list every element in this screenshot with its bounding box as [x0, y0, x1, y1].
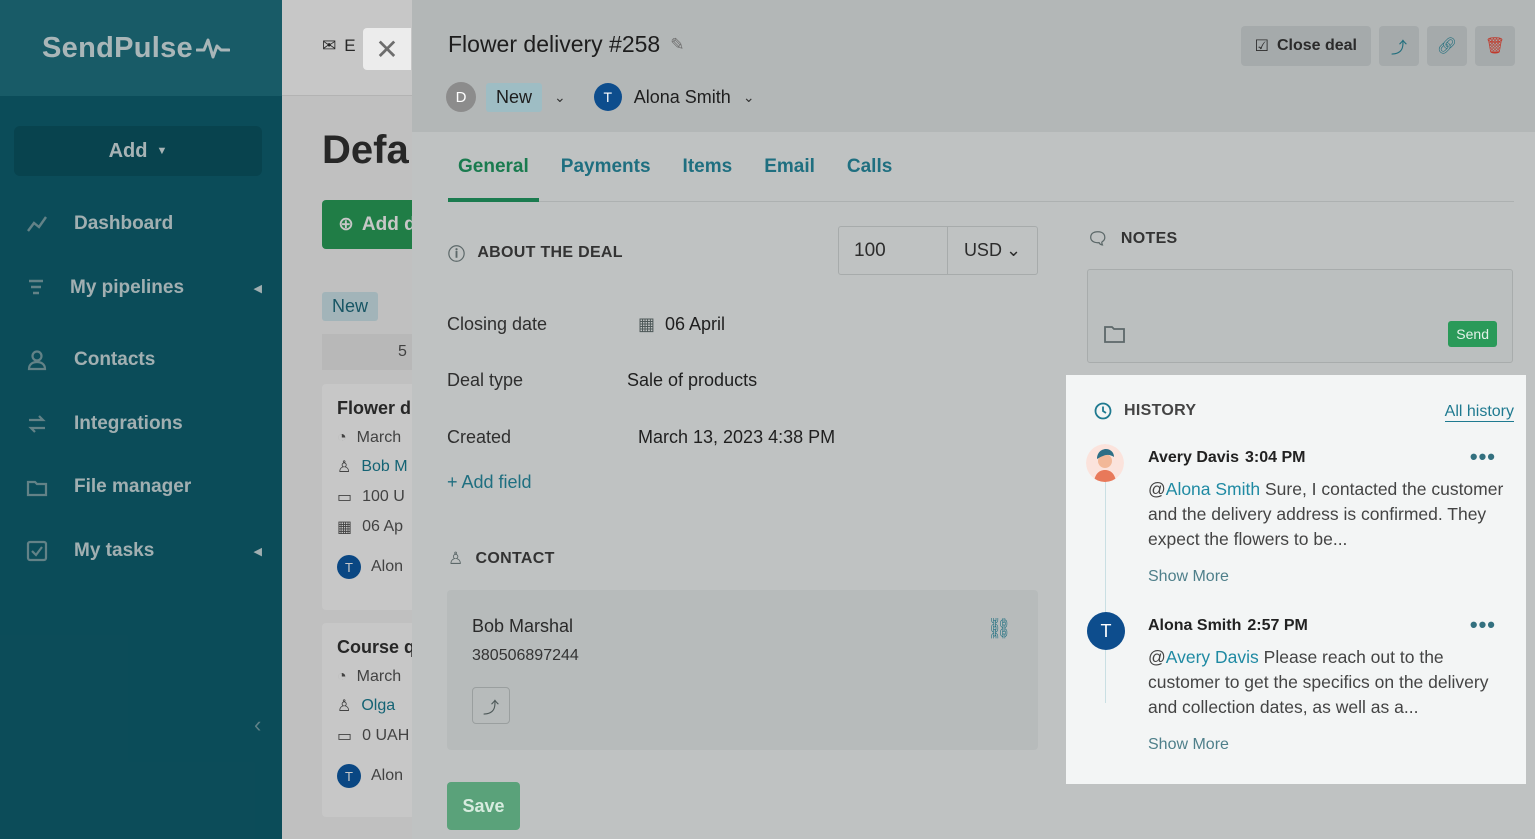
- tab-items[interactable]: Items: [673, 132, 743, 202]
- open-contact-button[interactable]: ⤴: [472, 687, 510, 724]
- mention-link[interactable]: Avery Davis: [1166, 647, 1259, 667]
- tab-email[interactable]: Email: [754, 132, 825, 202]
- deal-type-value[interactable]: Sale of products: [627, 370, 757, 391]
- link-icon: 🔗︎: [1436, 38, 1458, 55]
- mention-link[interactable]: Alona Smith: [1166, 479, 1260, 499]
- entry-time: 3:04 PM: [1245, 449, 1306, 466]
- deal-amount-field: 100 USD ⌄: [838, 226, 1038, 275]
- chevron-down-icon[interactable]: ⌄: [743, 89, 755, 106]
- entry-time: 2:57 PM: [1247, 617, 1308, 634]
- timeline-line: [1105, 475, 1106, 703]
- tab-general[interactable]: General: [448, 132, 539, 202]
- about-deal-heading: ⓘ ABOUT THE DEAL: [448, 240, 623, 265]
- close-panel-button[interactable]: ✕: [363, 28, 411, 70]
- contact-heading: ♙ CONTACT: [448, 549, 555, 569]
- chevron-down-icon: ⌄: [1005, 240, 1022, 260]
- share-button[interactable]: ⤴: [1379, 26, 1419, 66]
- notes-title: NOTES: [1120, 230, 1178, 247]
- notes-input[interactable]: Send: [1087, 269, 1513, 363]
- clock-icon: [1094, 402, 1112, 420]
- deal-title: Flower delivery #258 ✎: [448, 31, 684, 58]
- checkbox-icon: ☑: [1254, 38, 1269, 55]
- deal-title-text: Flower delivery #258: [448, 31, 661, 57]
- deal-type-label: Deal type: [447, 370, 524, 390]
- stage-badge[interactable]: New: [486, 82, 543, 112]
- tab-payments[interactable]: Payments: [551, 132, 661, 202]
- mention-at: @: [1148, 647, 1166, 667]
- closing-date-value[interactable]: ▦ 06 April: [638, 314, 725, 335]
- copy-link-button[interactable]: 🔗︎: [1427, 26, 1467, 66]
- calendar-icon: ▦: [638, 314, 656, 334]
- history-message: @Alona Smith Sure, I contacted the custo…: [1148, 477, 1508, 552]
- created-label: Created: [447, 427, 512, 447]
- pipeline-avatar: D: [446, 82, 476, 112]
- currency-select[interactable]: USD ⌄: [948, 227, 1037, 274]
- user-icon: ♙: [448, 549, 464, 568]
- contact-title: CONTACT: [475, 550, 555, 567]
- currency-value: USD: [963, 240, 1002, 260]
- trash-icon: 🗑︎: [1484, 38, 1506, 55]
- contact-phone: 380506897244: [472, 647, 579, 664]
- owner-name[interactable]: Alona Smith: [634, 87, 731, 108]
- chevron-down-icon[interactable]: ⌄: [554, 89, 566, 106]
- author-name: Alona Smith: [1148, 617, 1242, 634]
- close-deal-label: Close deal: [1276, 37, 1357, 54]
- history-panel: HISTORY All history Avery Davis 3:04 PM •…: [1066, 375, 1526, 784]
- avatar: [1086, 444, 1124, 482]
- tab-calls[interactable]: Calls: [837, 132, 902, 202]
- created-value: March 13, 2023 4:38 PM: [638, 427, 836, 447]
- info-icon: ⓘ: [448, 245, 466, 264]
- deal-header: Flower delivery #258 ✎ D New ⌄ T Alona S…: [412, 0, 1535, 132]
- history-title: HISTORY: [1124, 402, 1197, 419]
- comment-icon: 🗨︎: [1087, 229, 1109, 248]
- notes-heading: 🗨︎ NOTES: [1087, 229, 1178, 249]
- history-author: Alona Smith 2:57 PM: [1148, 617, 1308, 635]
- close-icon: ✕: [375, 33, 399, 65]
- stage-row: D New ⌄ T Alona Smith ⌄: [446, 82, 755, 112]
- about-deal-title: ABOUT THE DEAL: [477, 243, 623, 261]
- header-actions: ☑ Close deal ⤴ 🔗︎ 🗑︎: [1240, 26, 1515, 66]
- avatar: T: [1087, 612, 1125, 650]
- more-options-icon[interactable]: •••: [1470, 612, 1496, 638]
- add-field-link[interactable]: + Add field: [447, 472, 532, 493]
- author-name: Avery Davis: [1148, 449, 1240, 466]
- contact-name[interactable]: Bob Marshal: [472, 616, 573, 637]
- unlink-contact-icon[interactable]: ⛓: [987, 616, 1012, 641]
- all-history-link[interactable]: All history: [1444, 403, 1514, 422]
- owner-avatar: T: [593, 83, 622, 111]
- more-options-icon[interactable]: •••: [1470, 444, 1496, 470]
- contact-card: Bob Marshal 380506897244 ⛓ ⤴: [447, 590, 1038, 750]
- show-more-link[interactable]: Show More: [1148, 568, 1229, 586]
- delete-button[interactable]: 🗑︎: [1475, 26, 1515, 66]
- history-author: Avery Davis 3:04 PM: [1148, 449, 1306, 467]
- share-icon: ⤴: [482, 699, 499, 717]
- closing-date-text: 06 April: [665, 314, 726, 334]
- share-icon: ⤴: [1390, 40, 1407, 57]
- save-button[interactable]: Save: [447, 782, 520, 830]
- show-more-link[interactable]: Show More: [1148, 736, 1229, 754]
- close-deal-button[interactable]: ☑ Close deal: [1240, 26, 1371, 66]
- send-note-button[interactable]: Send: [1448, 321, 1497, 347]
- closing-date-label: Closing date: [447, 314, 548, 334]
- attach-folder-icon[interactable]: [1104, 324, 1126, 344]
- deal-tabs: General Payments Items Email Calls: [448, 132, 1514, 202]
- mention-at: @: [1148, 479, 1166, 499]
- amount-input[interactable]: 100: [839, 227, 948, 274]
- edit-pencil-icon[interactable]: ✎: [670, 35, 684, 55]
- history-message: @Avery Davis Please reach out to the cus…: [1148, 645, 1508, 720]
- history-heading: HISTORY: [1094, 402, 1196, 420]
